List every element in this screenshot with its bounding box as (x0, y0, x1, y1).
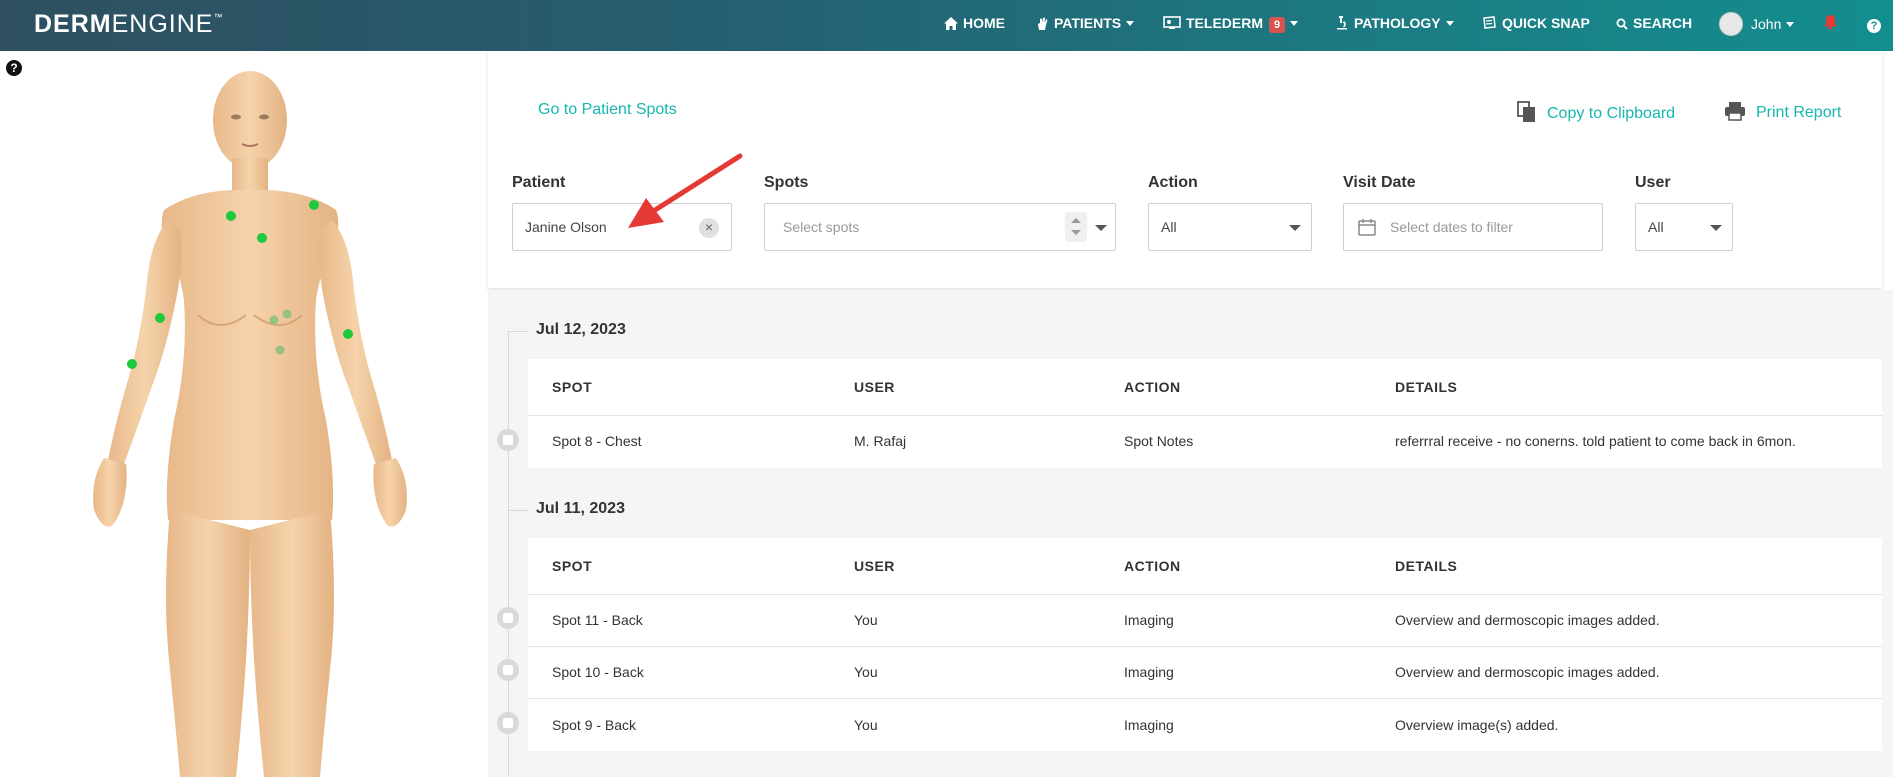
avatar (1719, 12, 1743, 36)
row-details: Overview image(s) added. (1395, 717, 1559, 733)
row-details: Overview and dermoscopic images added. (1395, 612, 1660, 628)
visit-date-filter-label: Visit Date (1343, 174, 1416, 191)
dermengine-logo[interactable]: DERMENGINE™ (34, 10, 223, 39)
annotation-arrow-icon (628, 153, 743, 228)
action-filter-label: Action (1148, 174, 1198, 191)
col-spot: SPOT (552, 379, 593, 395)
spot-link[interactable]: Spot 10 - Back (552, 664, 644, 680)
body-map-help-icon[interactable]: ? (6, 60, 22, 76)
col-details: DETAILS (1395, 379, 1458, 395)
nav-quick-snap[interactable]: QUICK SNAP (1482, 15, 1590, 31)
notifications-bell[interactable] (1823, 14, 1843, 31)
camera-icon (497, 659, 519, 681)
bell-icon (1824, 15, 1837, 30)
user-filter-label: User (1635, 174, 1671, 191)
clipboard-icon (1517, 101, 1535, 122)
home-icon (944, 17, 958, 30)
search-icon (1616, 18, 1628, 30)
chevron-down-icon (1289, 225, 1301, 231)
row-user: You (854, 612, 878, 628)
row-user: M. Rafaj (854, 433, 907, 449)
nav-help[interactable]: ? (1867, 16, 1881, 33)
col-details: DETAILS (1395, 558, 1458, 574)
spot-link[interactable]: Spot 8 - Chest (552, 433, 642, 449)
chevron-down-icon (1290, 21, 1299, 26)
chevron-down-icon[interactable] (1095, 225, 1107, 231)
spot-link[interactable]: Spot 11 - Back (552, 612, 643, 628)
body-figure-icon (93, 71, 407, 777)
row-details: Overview and dermoscopic images added. (1395, 664, 1660, 680)
nav-patients[interactable]: PATIENTS (1036, 15, 1135, 31)
spots-filter-label: Spots (764, 174, 809, 191)
note-icon (497, 429, 519, 451)
row-details: referrral receive - no conerns. told pat… (1395, 433, 1796, 449)
telederm-count-badge: 9 (1269, 17, 1286, 33)
table-row: Spot 10 - Back You Imaging Overview and … (528, 646, 1882, 698)
table-row: Spot 8 - Chest M. Rafaj Spot Notes refer… (528, 415, 1882, 467)
help-icon: ? (1867, 19, 1881, 33)
row-user: You (854, 717, 878, 733)
row-action: Spot Notes (1124, 433, 1194, 449)
spots-select[interactable]: Select spots (764, 203, 1116, 251)
activity-table: SPOT USER ACTION DETAILS Spot 8 - Chest … (528, 359, 1882, 468)
spots-placeholder: Select spots (783, 219, 860, 235)
patient-filter-label: Patient (512, 174, 566, 191)
body-map[interactable] (80, 60, 420, 777)
user-value: All (1648, 219, 1664, 235)
activity-table: SPOT USER ACTION DETAILS Spot 11 - Back … (528, 538, 1882, 751)
go-to-patient-spots-link[interactable]: Go to Patient Spots (538, 101, 677, 119)
camera-icon (497, 607, 519, 629)
chevron-down-icon (1445, 21, 1454, 26)
row-action: Imaging (1124, 612, 1174, 628)
spin-stepper-icon[interactable] (1065, 212, 1087, 242)
visit-date-picker[interactable]: Select dates to filter (1343, 203, 1603, 251)
col-user: USER (854, 379, 895, 395)
copy-to-clipboard-button[interactable]: Copy to Clipboard (1517, 101, 1675, 123)
chevron-down-icon (1710, 225, 1722, 231)
date-heading: Jul 12, 2023 (536, 321, 626, 338)
timeline-connector (508, 331, 528, 332)
nav-search[interactable]: SEARCH (1616, 15, 1692, 31)
table-row: Spot 11 - Back You Imaging Overview and … (528, 594, 1882, 646)
chevron-down-icon (1126, 21, 1135, 26)
nav-pathology[interactable]: PATHOLOGY (1334, 15, 1454, 31)
col-action: ACTION (1124, 558, 1181, 574)
visit-date-placeholder: Select dates to filter (1390, 219, 1513, 235)
nav-user-menu[interactable]: John (1719, 12, 1795, 36)
row-action: Imaging (1124, 664, 1174, 680)
camera-icon (497, 712, 519, 734)
calendar-icon (1358, 219, 1376, 236)
spot-link[interactable]: Spot 9 - Back (552, 717, 636, 733)
col-spot: SPOT (552, 558, 593, 574)
timeline-connector (508, 510, 528, 511)
action-value: All (1161, 219, 1177, 235)
row-user: You (854, 664, 878, 680)
table-row: Spot 9 - Back You Imaging Overview image… (528, 698, 1882, 751)
hand-icon (1038, 17, 1048, 30)
col-action: ACTION (1124, 379, 1181, 395)
row-action: Imaging (1124, 717, 1174, 733)
quick-snap-icon (1483, 16, 1496, 29)
patient-value: Janine Olson (525, 219, 607, 235)
top-navbar: DERMENGINE™ HOME PATIENTS TELEDERM 9 PATH… (0, 0, 1893, 51)
date-heading: Jul 11, 2023 (536, 500, 625, 517)
nav-home[interactable]: HOME (944, 15, 1005, 31)
action-select[interactable]: All (1148, 203, 1312, 251)
print-report-button[interactable]: Print Report (1724, 101, 1841, 122)
nav-telederm[interactable]: TELEDERM 9 (1163, 15, 1299, 33)
chevron-down-icon (1786, 22, 1795, 27)
timeline-line (508, 331, 509, 777)
printer-icon (1725, 102, 1745, 121)
telederm-icon (1163, 16, 1181, 29)
user-select[interactable]: All (1635, 203, 1733, 251)
microscope-icon (1337, 16, 1347, 30)
col-user: USER (854, 558, 895, 574)
